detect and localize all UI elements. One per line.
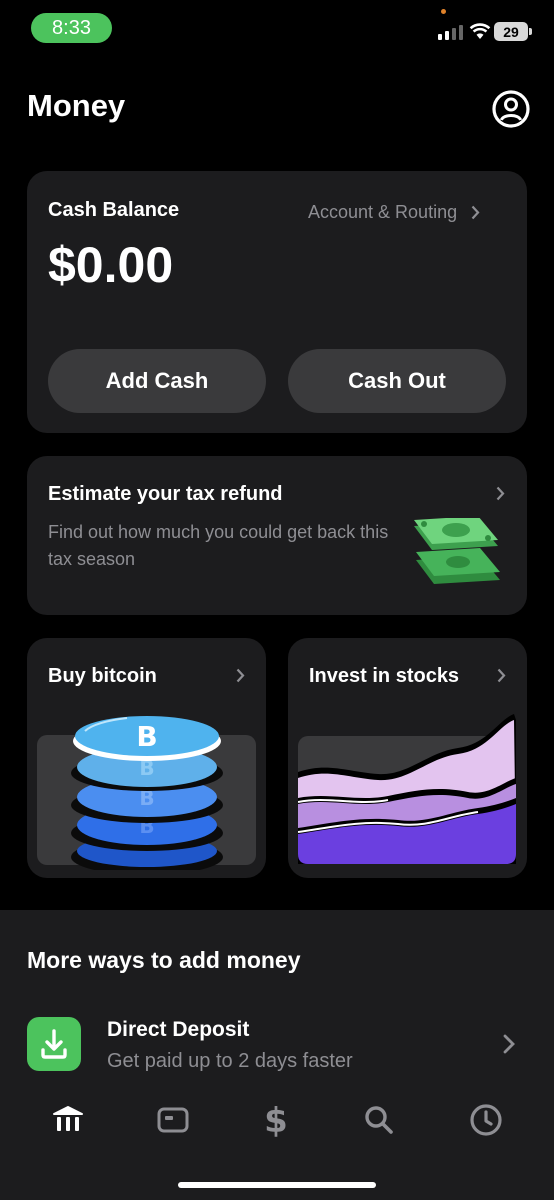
tab-money[interactable] [48, 1100, 88, 1140]
battery-icon: 29 [494, 22, 532, 41]
cash-balance-amount: $0.00 [48, 237, 174, 293]
cellular-signal-icon [438, 25, 463, 40]
svg-text:B: B [136, 720, 157, 753]
tax-refund-title: Estimate your tax refund [48, 483, 283, 505]
tab-activity[interactable] [466, 1100, 506, 1140]
chevron-right-icon[interactable] [503, 1034, 515, 1054]
buy-bitcoin-title: Buy bitcoin [48, 665, 157, 687]
add-cash-button[interactable]: Add Cash [48, 349, 266, 413]
invest-stocks-title: Invest in stocks [309, 665, 460, 687]
chevron-right-icon [236, 668, 245, 683]
clock-icon [470, 1104, 502, 1136]
page-title: Money [27, 88, 126, 123]
bank-icon [53, 1106, 83, 1131]
chevron-right-icon [471, 205, 480, 220]
cash-bills-illustration [414, 518, 500, 584]
account-routing-link[interactable]: Account & Routing [308, 202, 480, 223]
search-icon [365, 1106, 393, 1134]
direct-deposit-title[interactable]: Direct Deposit [107, 1018, 249, 1042]
home-indicator[interactable] [178, 1182, 376, 1188]
dollar-icon: $ [264, 1102, 288, 1138]
profile-icon[interactable] [491, 89, 531, 129]
tab-pay[interactable]: $ [256, 1100, 296, 1140]
svg-text:$: $ [264, 1102, 288, 1138]
cash-balance-label: Cash Balance [48, 199, 180, 221]
status-time: 8:33 [31, 13, 112, 43]
wifi-icon [469, 23, 491, 39]
card-icon [157, 1107, 189, 1133]
direct-deposit-icon [27, 1017, 81, 1071]
tax-refund-subtitle: Find out how much you could get back thi… [48, 522, 389, 569]
bitcoin-coins-illustration: B B B B [37, 716, 256, 870]
more-ways-title: More ways to add money [27, 947, 301, 973]
chevron-right-icon [497, 668, 506, 683]
account-routing-label: Account & Routing [308, 202, 458, 222]
cash-out-button[interactable]: Cash Out [288, 349, 506, 413]
tab-search[interactable] [359, 1100, 399, 1140]
tab-card[interactable] [153, 1100, 193, 1140]
mic-indicator-dot [441, 9, 446, 14]
direct-deposit-subtitle: Get paid up to 2 days faster [107, 1050, 353, 1072]
chevron-right-icon [496, 486, 505, 501]
stocks-chart-illustration [298, 714, 516, 864]
